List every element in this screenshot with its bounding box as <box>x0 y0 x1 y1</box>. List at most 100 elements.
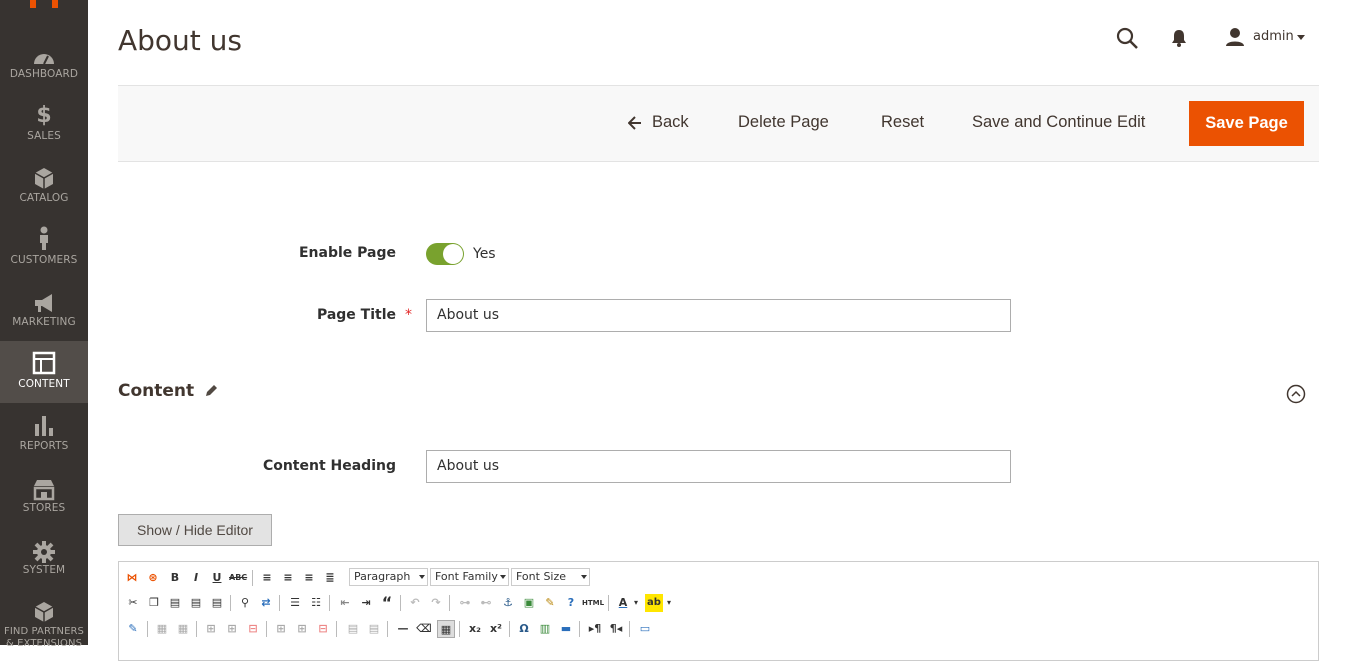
remove-format-icon[interactable]: ⌫ <box>415 620 433 638</box>
delete-row-icon[interactable]: ⊟ <box>244 620 262 638</box>
superscript-icon[interactable]: x² <box>487 620 505 638</box>
redo-icon[interactable]: ↷ <box>427 594 445 612</box>
underline-icon[interactable]: U <box>208 569 226 587</box>
table-row-props-icon[interactable]: ▦ <box>153 620 171 638</box>
blockquote-icon[interactable]: “ <box>378 594 396 612</box>
save-page-button[interactable]: Save Page <box>1189 101 1304 146</box>
horizontal-rule-icon[interactable]: — <box>394 620 412 638</box>
arrow-left-icon[interactable] <box>628 116 642 130</box>
table-cell-props-icon[interactable]: ▦ <box>174 620 192 638</box>
box-icon <box>34 168 54 189</box>
unlink-icon[interactable]: ⊷ <box>477 594 495 612</box>
link-icon[interactable]: ⊶ <box>456 594 474 612</box>
insert-row-after-icon[interactable]: ⊞ <box>223 620 241 638</box>
special-char-icon[interactable]: Ω <box>515 620 533 638</box>
magento-widget-icon[interactable]: ⋈ <box>123 569 141 587</box>
delete-col-icon[interactable]: ⊟ <box>314 620 332 638</box>
toolbar-separator <box>266 621 267 637</box>
sidebar-item-label: SYSTEM <box>22 564 66 576</box>
visual-aid-icon[interactable]: ▦ <box>437 620 455 638</box>
save-and-continue-button[interactable]: Save and Continue Edit <box>972 113 1145 132</box>
font-family-select[interactable]: Font Family <box>430 568 509 586</box>
reset-button[interactable]: Reset <box>881 113 924 132</box>
magento-logo[interactable] <box>30 0 58 8</box>
ltr-icon[interactable]: ▸¶ <box>586 620 604 638</box>
image-icon[interactable]: ▣ <box>520 594 538 612</box>
text-color-icon[interactable]: A <box>614 594 632 612</box>
pencil-icon[interactable] <box>204 384 218 398</box>
page-title-input[interactable]: About us <box>426 299 1011 332</box>
bold-icon[interactable]: B <box>166 569 184 587</box>
toolbar-separator <box>336 621 337 637</box>
toolbar-separator <box>449 595 450 611</box>
numbered-list-icon[interactable]: ☷ <box>307 594 325 612</box>
chevron-down-icon[interactable]: ▾ <box>632 594 640 612</box>
sidebar-item-catalog[interactable]: CATALOG <box>0 164 88 226</box>
align-left-icon[interactable]: ≡ <box>258 569 276 587</box>
find-icon[interactable]: ⚲ <box>236 594 254 612</box>
format-select[interactable]: Paragraph <box>349 568 428 586</box>
merge-cells-icon[interactable]: ▤ <box>365 620 383 638</box>
sidebar-item-label: DASHBOARD <box>9 68 79 80</box>
highlight-color-icon[interactable]: ab <box>645 594 663 612</box>
sidebar-item-content[interactable]: CONTENT <box>0 341 88 403</box>
paste-word-icon[interactable]: ▤ <box>208 594 226 612</box>
enable-page-toggle[interactable] <box>426 243 464 265</box>
bell-icon[interactable] <box>1171 29 1187 47</box>
subscript-icon[interactable]: x₂ <box>466 620 484 638</box>
toolbar-separator <box>279 595 280 611</box>
insert-col-before-icon[interactable]: ⊞ <box>272 620 290 638</box>
outdent-icon[interactable]: ⇤ <box>336 594 354 612</box>
bullet-list-icon[interactable]: ☰ <box>286 594 304 612</box>
user-icon[interactable] <box>1225 27 1245 47</box>
insert-layer-icon[interactable]: ▭ <box>636 620 654 638</box>
split-cells-icon[interactable]: ▤ <box>344 620 362 638</box>
media-icon[interactable]: ▥ <box>536 620 554 638</box>
sidebar-item-sales[interactable]: $ SALES <box>0 102 88 164</box>
back-button[interactable]: Back <box>652 113 689 132</box>
indent-icon[interactable]: ⇥ <box>357 594 375 612</box>
collapse-icon[interactable] <box>1286 384 1306 404</box>
chevron-down-icon[interactable]: ▾ <box>665 594 673 612</box>
toolbar-separator <box>147 621 148 637</box>
chevron-down-icon <box>500 575 506 579</box>
fullscreen-icon[interactable]: ▬ <box>557 620 575 638</box>
sidebar-item-label: FIND PARTNERS & EXTENSIONS <box>3 626 85 649</box>
sidebar-item-customers[interactable]: CUSTOMERS <box>0 226 88 288</box>
sidebar-item-find-partners[interactable]: FIND PARTNERS & EXTENSIONS <box>0 598 88 660</box>
sidebar-item-system[interactable]: SYSTEM <box>0 536 88 598</box>
paste-text-icon[interactable]: ▤ <box>187 594 205 612</box>
font-family-value: Font Family <box>435 570 498 583</box>
chevron-down-icon[interactable] <box>1297 35 1305 40</box>
sidebar-item-dashboard[interactable]: DASHBOARD <box>0 40 88 102</box>
person-icon <box>40 226 48 250</box>
content-heading-input[interactable]: About us <box>426 450 1011 483</box>
copy-icon[interactable]: ❐ <box>145 594 163 612</box>
align-justify-icon[interactable]: ≣ <box>321 569 339 587</box>
delete-page-button[interactable]: Delete Page <box>738 113 829 132</box>
show-hide-editor-button[interactable]: Show / Hide Editor <box>118 514 272 546</box>
cleanup-icon[interactable]: ✎ <box>541 594 559 612</box>
sidebar-item-reports[interactable]: REPORTS <box>0 412 88 474</box>
strikethrough-icon[interactable]: ABC <box>229 569 247 587</box>
search-icon[interactable] <box>1116 27 1138 49</box>
edit-icon[interactable]: ✎ <box>124 620 142 638</box>
paste-icon[interactable]: ▤ <box>166 594 184 612</box>
insert-variable-icon[interactable]: ⊛ <box>144 569 162 587</box>
help-icon[interactable]: ? <box>562 594 580 612</box>
italic-icon[interactable]: I <box>187 569 205 587</box>
font-size-select[interactable]: Font Size <box>511 568 590 586</box>
sidebar-item-stores[interactable]: STORES <box>0 474 88 536</box>
replace-icon[interactable]: ⇄ <box>257 594 275 612</box>
rtl-icon[interactable]: ¶◂ <box>607 620 625 638</box>
undo-icon[interactable]: ↶ <box>406 594 424 612</box>
anchor-icon[interactable]: ⚓ <box>499 594 517 612</box>
insert-col-after-icon[interactable]: ⊞ <box>293 620 311 638</box>
cut-icon[interactable]: ✂ <box>124 594 142 612</box>
toggle-knob <box>443 244 463 264</box>
align-center-icon[interactable]: ≡ <box>279 569 297 587</box>
html-source-icon[interactable]: HTML <box>582 594 604 612</box>
align-right-icon[interactable]: ≡ <box>300 569 318 587</box>
user-menu[interactable]: admin <box>1253 29 1294 44</box>
insert-row-before-icon[interactable]: ⊞ <box>202 620 220 638</box>
